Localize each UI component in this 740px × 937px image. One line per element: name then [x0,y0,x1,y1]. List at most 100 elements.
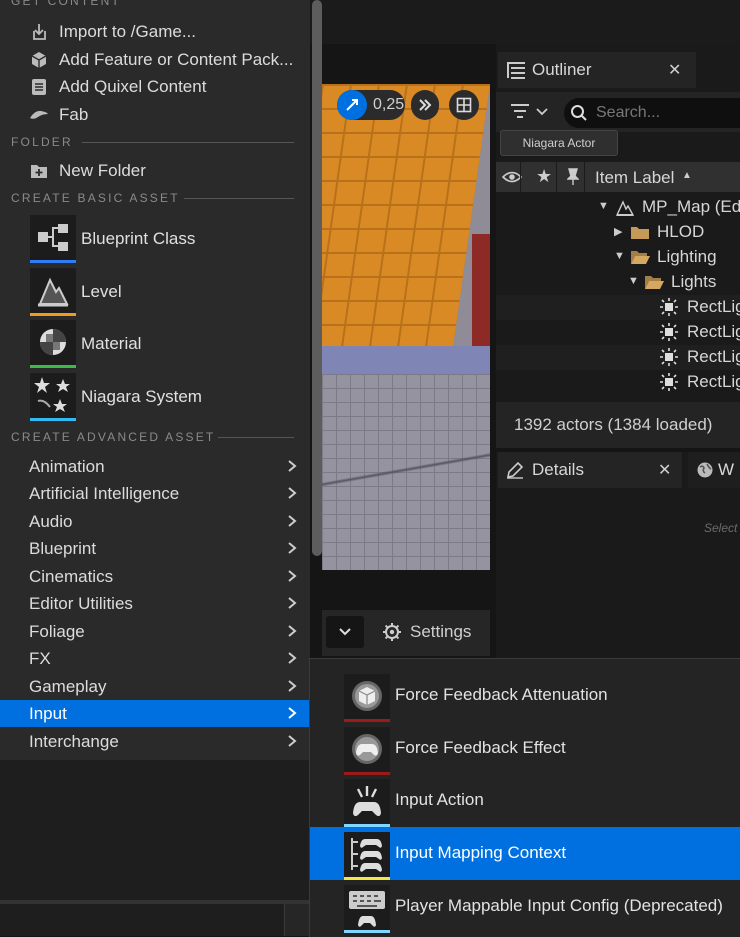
settings-button[interactable]: Settings [382,616,492,648]
chevron-right-icon [288,680,297,692]
chevron-right-icon [288,515,297,527]
viewport-floor [322,374,490,570]
category-animation[interactable]: Animation [0,453,310,480]
folder-open-icon [631,251,650,264]
folder-open-icon [645,276,664,289]
submenu-item-player-mappable-input-config[interactable]: Player Mappable Input Config (Deprecated… [310,880,740,933]
outliner-row-map[interactable]: ▼ MP_Map (Ed [496,195,740,220]
input-action-icon [344,779,390,827]
menu-item-label: Add Quixel Content [59,77,207,96]
menu-item-new-folder[interactable]: New Folder [0,157,310,184]
add-asset-menu: GET CONTENT Import to /Game... Add Featu… [0,0,310,752]
menu-item-import[interactable]: Import to /Game... [0,18,310,45]
section-folder: FOLDER [11,135,73,149]
view-options-dropdown[interactable] [326,616,364,648]
category-gameplay[interactable]: Gameplay [0,673,310,700]
category-blueprint[interactable]: Blueprint [0,535,310,562]
star-icon[interactable]: ★ [536,166,552,187]
close-icon[interactable]: ✕ [668,60,681,80]
menu-item-label: Import to /Game... [59,22,196,41]
chevron-down-icon[interactable]: ▼ [598,200,609,212]
force-feedback-attenuation-icon [344,674,390,722]
tab-details[interactable]: Details ✕ [498,452,682,488]
category-fx[interactable]: FX [0,645,310,672]
asset-material[interactable]: Material [30,320,310,368]
details-tab-label: Details [532,460,584,479]
category-cinematics[interactable]: Cinematics [0,563,310,590]
gear-icon [383,623,401,641]
outliner-row-lighting[interactable]: ▼ Lighting [496,245,740,270]
tab-outliner[interactable]: Outliner ✕ [498,52,696,88]
asset-blueprint-class[interactable]: Blueprint Class [30,215,310,263]
outliner-row-rect-light[interactable]: RectLig [496,345,740,370]
column-divider [584,162,585,192]
filter-dropdown[interactable] [510,102,550,124]
material-icon [30,320,76,368]
outliner-search-input[interactable]: Search... [564,98,740,128]
category-artificial-intelligence[interactable]: Artificial Intelligence [0,480,310,507]
force-feedback-effect-icon [344,727,390,775]
pin-icon[interactable] [567,168,579,186]
submenu-item-force-feedback-attenuation[interactable]: Force Feedback Attenuation [310,669,740,722]
quixel-icon [29,77,49,97]
more-options-icon[interactable] [411,90,439,120]
tab-world-settings[interactable]: W [688,452,740,488]
asset-niagara-system[interactable]: Niagara System [30,373,310,421]
submenu-item-force-feedback-effect[interactable]: Force Feedback Effect [310,722,740,775]
divider [0,900,310,904]
asset-label: Material [81,334,142,353]
scale-snap-value: 0,25 [373,96,405,113]
eye-icon[interactable] [502,170,522,184]
category-interchange[interactable]: Interchange [0,728,310,752]
chevron-right-icon[interactable]: ▶ [614,225,622,238]
submenu-item-input-action[interactable]: Input Action [310,774,740,827]
fab-icon [29,105,49,125]
asset-label: Level [81,282,122,301]
map-icon [616,200,634,216]
outliner-row-rect-light[interactable]: RectLig [496,295,740,320]
layout-grid-icon[interactable] [449,90,479,120]
outliner-row-lights[interactable]: ▼ Lights [496,270,740,295]
outliner-row-rect-light[interactable]: RectLig [496,320,740,345]
rect-light-icon [660,323,678,341]
chevron-down-icon[interactable]: ▼ [614,250,625,262]
chevron-right-icon [288,625,297,637]
section-create-basic-asset: CREATE BASIC ASSET [11,191,180,205]
menu-item-add-feature-pack[interactable]: Add Feature or Content Pack... [0,46,310,73]
category-input[interactable]: Input [0,700,310,727]
item-label-column[interactable]: Item Label [595,168,674,188]
close-icon[interactable]: ✕ [658,460,671,480]
category-label: Gameplay [29,677,107,696]
chevron-right-icon [288,597,297,609]
filter-chip-niagara-actor[interactable]: Niagara Actor [500,130,618,156]
outliner-tab-label: Outliner [532,60,592,79]
keyboard-icon [344,885,390,933]
category-foliage[interactable]: Foliage [0,618,310,645]
outliner-row-hlod[interactable]: ▶ HLOD [496,220,740,245]
rect-light-icon [660,298,678,316]
niagara-system-icon [30,373,76,421]
divider [0,752,310,760]
category-label: Animation [29,457,105,476]
menu-item-fab[interactable]: Fab [0,101,310,128]
search-button[interactable] [284,904,311,936]
folder-icon [631,227,649,239]
rect-light-icon [660,373,678,391]
category-label: Audio [29,512,73,531]
menu-item-quixel[interactable]: Add Quixel Content [0,73,310,100]
outliner-column-header: ★ Item Label ▲ [496,162,740,192]
category-editor-utilities[interactable]: Editor Utilities [0,590,310,617]
asset-level[interactable]: Level [30,268,310,316]
submenu-item-input-mapping-context[interactable]: Input Mapping Context [310,827,740,880]
viewport-ledge [322,346,490,374]
scale-snap-toggle[interactable]: 0,25 [337,90,405,120]
tree-label: RectLig [687,297,740,316]
menu-scrollbar[interactable] [312,0,322,556]
feature-pack-icon [29,50,49,70]
chevron-down-icon[interactable]: ▼ [628,275,639,287]
submenu-item-label: Force Feedback Attenuation [395,685,608,704]
outliner-row-rect-light[interactable]: RectLig [496,370,740,395]
chevron-right-icon [288,735,297,747]
level-viewport[interactable] [322,84,490,570]
category-audio[interactable]: Audio [0,508,310,535]
